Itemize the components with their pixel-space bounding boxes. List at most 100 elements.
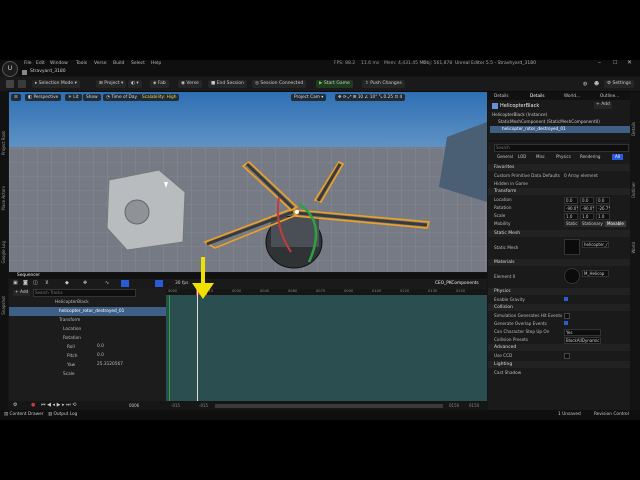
menu-file[interactable]: File bbox=[24, 61, 32, 67]
track-pitch[interactable]: Pitch 0.0 bbox=[9, 352, 164, 361]
right-tab-details[interactable]: Details bbox=[631, 122, 636, 136]
menu-verse[interactable]: Verse bbox=[94, 61, 106, 67]
menu-select[interactable]: Select bbox=[131, 61, 145, 67]
filter-misc[interactable]: Misc bbox=[536, 155, 545, 159]
lit-button[interactable]: ☀ Lit bbox=[65, 94, 82, 101]
verse-button[interactable]: ◉ Verse bbox=[178, 80, 202, 88]
end-session-button[interactable]: ■ End Session bbox=[208, 80, 247, 88]
timeline-tracks-area[interactable] bbox=[166, 295, 487, 403]
filter-lod[interactable]: LOD bbox=[518, 155, 526, 159]
project-button[interactable]: ⊞ Project ▾ bbox=[96, 80, 127, 88]
location-y-field[interactable]: 0.0 bbox=[580, 197, 594, 204]
component-row-rotor[interactable]: helicopter_rotor_destroyed_01 bbox=[502, 126, 566, 131]
playhead-line[interactable] bbox=[197, 289, 198, 403]
mobility-movable[interactable]: Movable bbox=[605, 221, 626, 227]
sequence-name[interactable]: CEO_PKComponents bbox=[435, 281, 479, 286]
menu-tools[interactable]: Tools bbox=[76, 61, 87, 67]
curve-icon[interactable]: ∿ bbox=[105, 281, 109, 286]
component-row-instance[interactable]: HelicopterBlack (Instance) bbox=[492, 112, 547, 117]
fps-dropdown[interactable]: 30 fps bbox=[175, 281, 188, 286]
section-advanced[interactable]: Advanced bbox=[488, 344, 640, 351]
view-range-start[interactable]: -015 bbox=[171, 404, 180, 408]
render-icon[interactable]: ◫ bbox=[33, 281, 38, 286]
unsaved-indicator[interactable]: 1 Unsaved bbox=[558, 412, 581, 417]
track-scale[interactable]: Scale bbox=[9, 370, 164, 379]
sidebar-tab-project[interactable]: Project Root bbox=[1, 131, 6, 155]
view-range-end[interactable]: 0150 bbox=[469, 404, 479, 408]
section-collision[interactable]: Collision bbox=[488, 304, 640, 311]
filter-general[interactable]: General bbox=[497, 155, 513, 159]
level-tab[interactable]: Stravyard_3180 bbox=[30, 69, 66, 75]
material-thumbnail[interactable] bbox=[564, 268, 580, 284]
tab-world[interactable]: World... bbox=[564, 93, 580, 98]
track-location[interactable]: Location bbox=[9, 325, 164, 334]
tab-details-2[interactable]: Details bbox=[530, 93, 545, 98]
output-log-button[interactable]: ▥ Output Log bbox=[48, 412, 77, 417]
menu-edit[interactable]: Edit bbox=[36, 61, 45, 67]
maximize-button[interactable]: ☐ bbox=[613, 61, 617, 66]
scale-x-field[interactable]: 1.0 bbox=[564, 213, 578, 220]
track-transform[interactable]: Transform bbox=[9, 316, 164, 325]
track-pitch-value[interactable]: 0.0 bbox=[97, 353, 104, 358]
close-button[interactable]: ✕ bbox=[627, 60, 632, 66]
track-yaw[interactable]: Yaw 25.3120567 bbox=[9, 361, 164, 370]
settings-button[interactable]: ⚙ Settings bbox=[604, 80, 634, 88]
level-viewport[interactable]: ☰ ◧ Perspective ☀ Lit Show ◔ Time of Day… bbox=[9, 92, 487, 272]
scale-z-field[interactable]: 1.0 bbox=[596, 213, 610, 220]
track-search-input[interactable]: Search Tracks bbox=[33, 289, 136, 297]
camera-icon[interactable]: ◙ bbox=[23, 281, 28, 286]
play-range-start[interactable]: -015 bbox=[199, 404, 208, 408]
gen-overlap-checkbox[interactable] bbox=[564, 321, 568, 325]
profile-icon[interactable]: ☻ bbox=[594, 82, 599, 87]
key-icon[interactable]: ◆ bbox=[65, 281, 69, 286]
minimize-button[interactable]: – bbox=[598, 60, 601, 66]
scalability-button[interactable]: Scalability: High bbox=[139, 94, 180, 101]
filter-physics[interactable]: Physics bbox=[556, 155, 571, 159]
static-mesh-thumbnail[interactable] bbox=[564, 239, 580, 255]
add-component-button[interactable]: + Add bbox=[594, 102, 612, 109]
section-lighting[interactable]: Lighting bbox=[488, 361, 640, 368]
section-favorites[interactable]: Favorites bbox=[488, 164, 640, 171]
material-dropdown[interactable]: M_Helicop bbox=[582, 270, 609, 277]
rotation-z-field[interactable]: -26.7° bbox=[596, 205, 610, 212]
scale-y-field[interactable]: 1.0 bbox=[580, 213, 594, 220]
sequencer-tab[interactable]: Sequencer bbox=[17, 273, 40, 278]
snap-tools[interactable]: ✥ ⟳ ⤢ ⊞ 10 ∠ 10° ⤡ 0.25 ⊡ 4 bbox=[335, 94, 406, 101]
settings-gear-icon[interactable]: ⚙ bbox=[13, 403, 17, 408]
start-marker[interactable] bbox=[169, 295, 170, 403]
push-changes-button[interactable]: ⇪ Push Changes bbox=[362, 80, 405, 88]
menu-build[interactable]: Build bbox=[113, 61, 124, 67]
time-of-day-button[interactable]: ◔ Time of Day bbox=[103, 94, 140, 101]
current-frame-readout[interactable]: 0006 bbox=[129, 404, 139, 408]
sidebar-tab-snapshot[interactable]: Snapshot bbox=[1, 296, 6, 315]
play-range-end[interactable]: 0150 bbox=[449, 404, 459, 408]
static-mesh-dropdown[interactable]: helicopter_r bbox=[582, 241, 609, 248]
project-cam-button[interactable]: Project Cam ▾ bbox=[291, 94, 327, 101]
section-materials[interactable]: Materials bbox=[488, 259, 640, 266]
track-helicopter[interactable]: HelicopterBlack bbox=[9, 298, 164, 307]
keyframe-toggle-icon[interactable] bbox=[121, 280, 129, 287]
mobility-stationary[interactable]: Stationary bbox=[580, 221, 605, 227]
timeline-scrollbar[interactable] bbox=[215, 404, 443, 408]
unreal-logo-icon[interactable]: U bbox=[2, 61, 18, 77]
location-z-field[interactable]: 0.0 bbox=[596, 197, 610, 204]
browse-icon[interactable] bbox=[18, 80, 26, 88]
mobility-static[interactable]: Static bbox=[564, 221, 580, 227]
tab-outliner[interactable]: Outline... bbox=[600, 93, 619, 98]
session-status-button[interactable]: ◎ Session Connected bbox=[252, 80, 307, 88]
content-drawer-button[interactable]: ▤ Content Drawer bbox=[4, 412, 44, 417]
tab-details-1[interactable]: Details bbox=[494, 93, 509, 98]
snap-toggle-icon[interactable] bbox=[155, 280, 163, 287]
transform-icon[interactable]: ✥ bbox=[83, 281, 87, 286]
filter-rendering[interactable]: Rendering bbox=[580, 155, 600, 159]
track-rotation[interactable]: Rotation bbox=[9, 334, 164, 343]
track-rotor-selected[interactable]: helicopter_rotor_destroyed_01 bbox=[9, 307, 166, 316]
location-x-field[interactable]: 0.0 bbox=[564, 197, 578, 204]
menu-window[interactable]: Window bbox=[50, 61, 68, 67]
filter-all[interactable]: All bbox=[612, 154, 623, 160]
char-step-dropdown[interactable]: Yes bbox=[564, 329, 601, 336]
selection-mode-button[interactable]: ▸ Selection Mode ▾ bbox=[32, 80, 80, 88]
rotation-x-field[interactable]: -90.0° bbox=[564, 205, 578, 212]
sim-hit-checkbox[interactable] bbox=[564, 313, 570, 319]
use-ccd-checkbox[interactable] bbox=[564, 353, 570, 359]
